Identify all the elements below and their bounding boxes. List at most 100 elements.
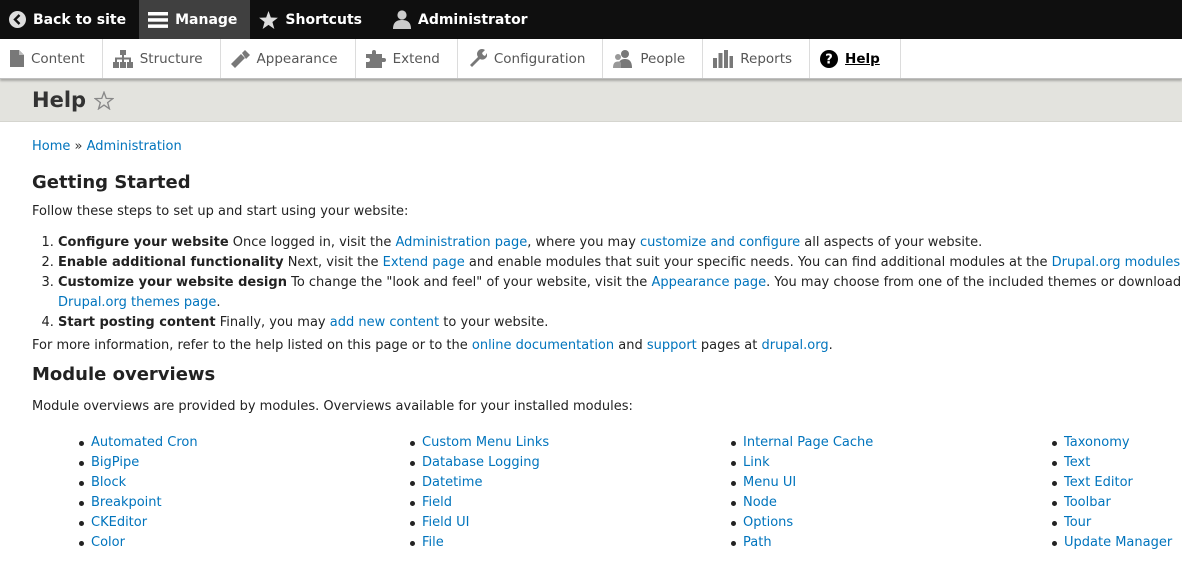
module-list-item: Taxonomy <box>1052 433 1172 453</box>
tray-item-content[interactable]: Content <box>0 39 103 78</box>
tray-item-structure[interactable]: Structure <box>103 39 221 78</box>
steps-list: Configure your website Once logged in, v… <box>32 233 1182 333</box>
module-list-item: Block <box>79 473 198 493</box>
module-column: Taxonomy Text Text Editor Toolbar Tour Update… <box>1052 433 1172 553</box>
bullet-icon <box>1052 520 1057 526</box>
manage-tray: Content Structure Appearance Extend Conf… <box>0 39 1182 79</box>
shortcuts-tab[interactable]: Shortcuts <box>250 0 375 39</box>
module-list-item: Options <box>731 513 873 533</box>
module-link[interactable]: Color <box>91 533 125 553</box>
module-link[interactable]: Options <box>743 513 793 533</box>
tray-item-appearance[interactable]: Appearance <box>221 39 356 78</box>
module-link[interactable]: Tour <box>1064 513 1091 533</box>
svg-text:?: ? <box>825 52 833 67</box>
more-text: and <box>614 338 647 353</box>
star-outline-icon[interactable] <box>94 90 115 110</box>
module-link[interactable]: CKEditor <box>91 513 147 533</box>
bullet-icon <box>731 440 736 446</box>
bullet-icon <box>79 460 84 466</box>
administration-page-link[interactable]: Administration page <box>395 235 527 250</box>
module-link[interactable]: Field UI <box>422 513 470 533</box>
more-text: For more information, refer to the help … <box>32 338 472 353</box>
star-icon <box>259 10 279 29</box>
module-list-item: Field <box>410 493 549 513</box>
step-text: . You may choose from one of the include… <box>766 275 1182 290</box>
module-link[interactable]: Text Editor <box>1064 473 1133 493</box>
module-link[interactable]: Automated Cron <box>91 433 198 453</box>
module-link[interactable]: Datetime <box>422 473 482 493</box>
shortcuts-label: Shortcuts <box>285 11 362 28</box>
module-link[interactable]: Toolbar <box>1064 493 1111 513</box>
module-link[interactable]: Block <box>91 473 126 493</box>
step-item: Configure your website Once logged in, v… <box>58 233 1182 253</box>
tray-item-configuration[interactable]: Configuration <box>458 39 604 78</box>
module-list-item: CKEditor <box>79 513 198 533</box>
tray-label-extend: Extend <box>392 50 440 67</box>
getting-started-intro: Follow these steps to set up and start u… <box>32 204 409 219</box>
support-link[interactable]: support <box>647 338 697 353</box>
module-link[interactable]: Field <box>422 493 452 513</box>
module-list-item: Node <box>731 493 873 513</box>
bullet-icon <box>410 480 415 486</box>
module-link[interactable]: Taxonomy <box>1064 433 1130 453</box>
drupal-themes-page-link[interactable]: Drupal.org themes page <box>58 295 216 310</box>
step-title: Start posting content <box>58 315 216 330</box>
module-link[interactable]: BigPipe <box>91 453 139 473</box>
module-link[interactable]: Update Manager <box>1064 533 1172 553</box>
module-link[interactable]: Database Logging <box>422 453 540 473</box>
tray-item-extend[interactable]: Extend <box>356 39 458 78</box>
module-list-item: Color <box>79 533 198 553</box>
module-link[interactable]: Internal Page Cache <box>743 433 873 453</box>
module-list-item: Path <box>731 533 873 553</box>
breadcrumb-administration-link[interactable]: Administration <box>87 139 182 154</box>
module-link[interactable]: Node <box>743 493 777 513</box>
back-to-site-link[interactable]: Back to site <box>0 0 139 39</box>
bullet-icon <box>79 480 84 486</box>
bullet-icon <box>1052 500 1057 506</box>
module-link[interactable]: Text <box>1064 453 1090 473</box>
bullet-icon <box>410 540 415 546</box>
bullet-icon <box>79 540 84 546</box>
bar-chart-icon <box>713 49 734 68</box>
extend-page-link[interactable]: Extend page <box>383 255 465 270</box>
module-column: Automated Cron BigPipe Block Breakpoint CKEd… <box>79 433 198 553</box>
page-header: Help <box>0 79 1182 122</box>
more-text: . <box>828 338 833 353</box>
paintbrush-icon <box>230 49 250 68</box>
breadcrumb-separator: » <box>70 139 87 154</box>
module-link[interactable]: Breakpoint <box>91 493 162 513</box>
module-list-item: Breakpoint <box>79 493 198 513</box>
manage-tab[interactable]: Manage <box>139 0 251 39</box>
module-link[interactable]: Custom Menu Links <box>422 433 549 453</box>
module-link[interactable]: Link <box>743 453 770 473</box>
breadcrumb-home-link[interactable]: Home <box>32 139 70 154</box>
file-icon <box>10 50 24 67</box>
user-label: Administrator <box>417 11 528 28</box>
tray-item-reports[interactable]: Reports <box>703 39 811 78</box>
module-list-item: Automated Cron <box>79 433 198 453</box>
hamburger-icon <box>148 11 169 28</box>
user-tab[interactable]: Administrator <box>375 0 541 39</box>
tray-item-help[interactable]: ? Help <box>810 39 901 78</box>
bullet-icon <box>1052 480 1057 486</box>
tray-label-reports: Reports <box>740 50 793 67</box>
step-text: , where you may <box>527 235 641 250</box>
module-list-item: File <box>410 533 549 553</box>
page-title: Help <box>32 88 87 112</box>
drupal-org-link[interactable]: drupal.org <box>761 338 828 353</box>
add-new-content-link[interactable]: add new content <box>330 315 439 330</box>
drupal-modules-page-link[interactable]: Drupal.org modules page <box>1052 255 1182 270</box>
online-documentation-link[interactable]: online documentation <box>472 338 614 353</box>
step-title: Enable additional functionality <box>58 255 284 270</box>
more-text: pages at <box>696 338 762 353</box>
module-link[interactable]: Menu UI <box>743 473 796 493</box>
appearance-page-link[interactable]: Appearance page <box>651 275 766 290</box>
module-link[interactable]: File <box>422 533 444 553</box>
bullet-icon <box>79 440 84 446</box>
tray-item-people[interactable]: People <box>603 39 704 78</box>
back-to-site-label: Back to site <box>33 11 127 28</box>
customize-configure-link[interactable]: customize and configure <box>640 235 800 250</box>
bullet-icon <box>731 460 736 466</box>
module-link[interactable]: Path <box>743 533 772 553</box>
module-column: Custom Menu Links Database Logging Datetim… <box>410 433 549 553</box>
